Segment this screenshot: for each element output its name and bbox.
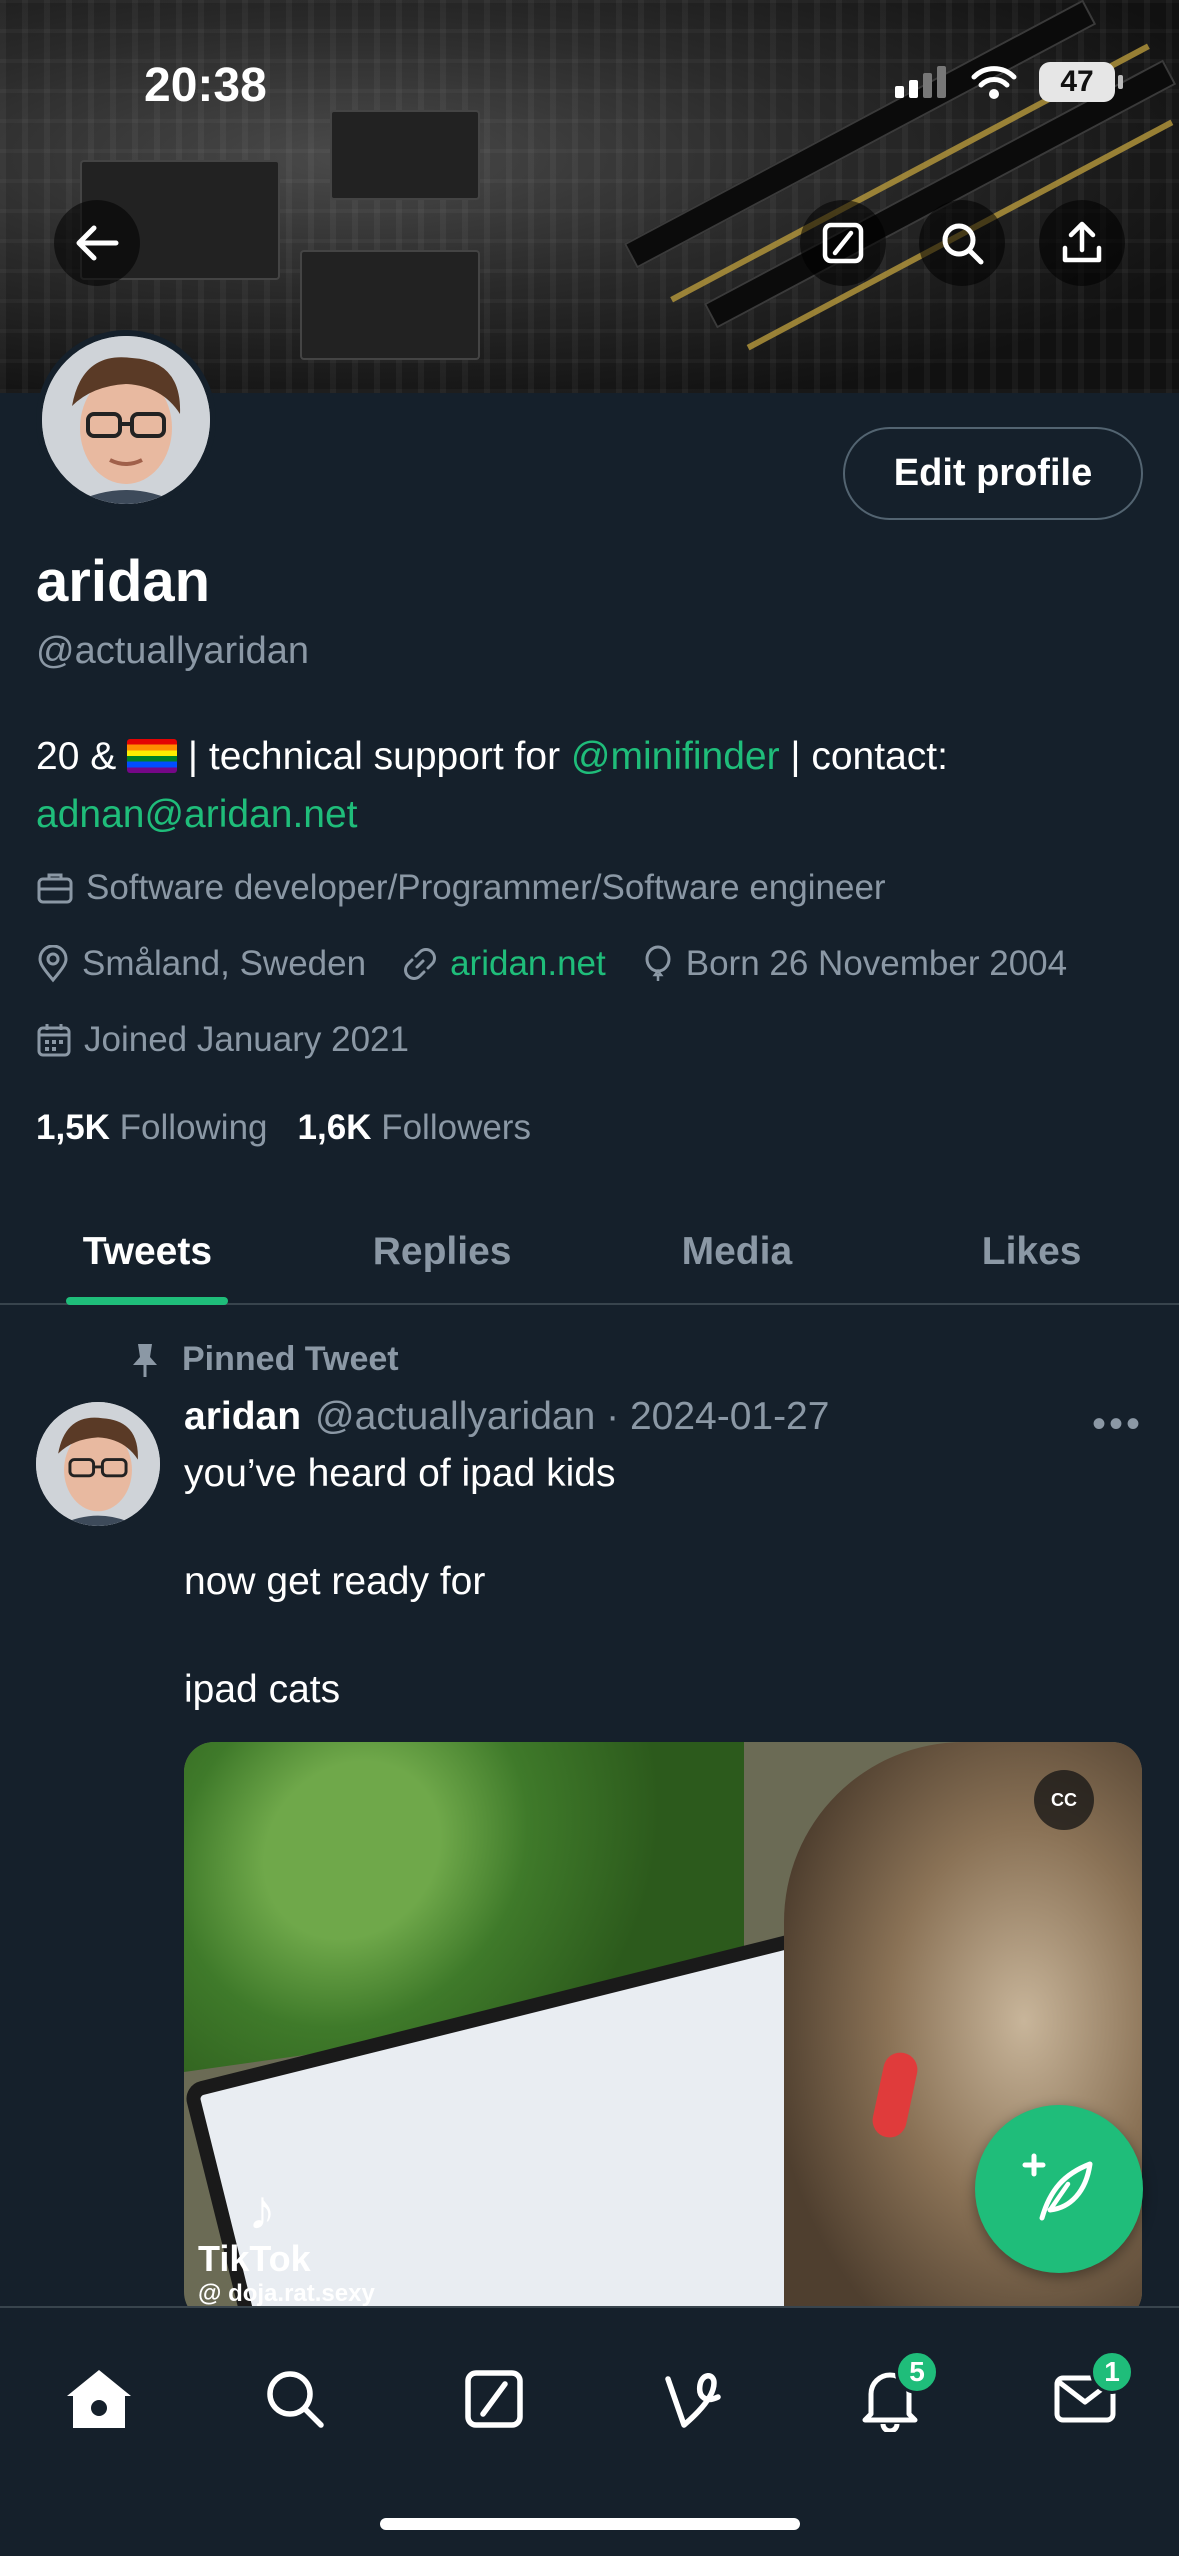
avatar-photo [36,1402,160,1526]
search-icon [942,223,984,265]
nav-notifications[interactable]: 5 [845,2350,939,2444]
tweet-text-line: now get ready for [184,1560,486,1603]
nav-vine[interactable] [648,2354,738,2444]
search-icon [267,2371,324,2428]
tweet-header: aridan @actuallyaridan · 2024-01-27 [184,1395,829,1439]
followers-label: Followers [381,1108,531,1147]
tiktok-logo-icon: ♪ [248,2178,276,2241]
pinned-text: Pinned Tweet [182,1340,399,1378]
location-pin-icon [38,945,68,983]
nav-grok[interactable] [449,2354,539,2444]
tweet-author-avatar[interactable] [36,1402,160,1526]
vine-icon [665,2373,721,2428]
wifi-icon [971,66,1017,99]
website-link[interactable]: aridan.net [450,944,606,984]
tab-tweets[interactable]: Tweets [0,1200,295,1303]
feather-plus-icon [1022,2153,1093,2221]
battery-indicator: 47 [1039,62,1123,102]
tiktok-watermark: ♪ TikTok @ doja.rat.sexy [198,2182,375,2308]
profession-text: Software developer/Programmer/Software e… [86,868,886,907]
status-time: 20:38 [144,59,267,112]
birthday-text: Born 26 November 2004 [685,944,1068,983]
nav-search[interactable] [250,2354,340,2444]
rainbow-flag-icon [127,739,178,773]
location-text: Småland, Sweden [82,944,367,983]
briefcase-icon [37,873,73,904]
bio-mention-link[interactable]: @minifinder [571,735,780,778]
profile-handle: @actuallyaridan [36,630,310,672]
bio-prefix: 20 & [36,735,128,778]
messages-badge: 1 [1090,2350,1134,2394]
tweet-more-button[interactable]: ••• [1092,1402,1143,1447]
profile-bio: 20 & | technical support for @minifinder… [36,728,1146,844]
pin-icon [133,1343,157,1377]
joined-row: Joined January 2021 [36,1020,445,1060]
slash-box-icon [465,2370,523,2428]
back-button[interactable] [54,200,140,286]
tweet-handle-date: @actuallyaridan · 2024-01-27 [315,1395,830,1438]
profile-tabs: Tweets Replies Media Likes [0,1200,1179,1305]
balloon-icon [645,945,671,981]
follow-counts: 1,5K Following 1,6K Followers [36,1108,531,1148]
following-link[interactable]: 1,5K Following [36,1108,268,1148]
compose-tweet-button[interactable] [975,2105,1143,2273]
joined-text: Joined January 2021 [84,1020,409,1059]
arrow-left-icon [76,225,119,261]
tweet-text-line: you’ve heard of ipad kids [184,1452,616,1495]
profession-row: Software developer/Programmer/Software e… [36,868,922,908]
tweet-text-line: ipad cats [184,1668,341,1711]
edit-profile-button[interactable]: Edit profile [843,427,1143,520]
following-count: 1,5K [36,1108,110,1147]
share-icon [1062,221,1102,263]
tab-replies[interactable]: Replies [295,1200,590,1303]
cellular-signal-icon [895,66,946,98]
home-indicator[interactable] [380,2518,800,2530]
tiktok-username: @ doja.rat.sexy [198,2280,375,2307]
link-icon [404,948,437,980]
tab-likes[interactable]: Likes [884,1200,1179,1303]
home-icon [67,2370,131,2428]
profile-page: 20:38 47 Edit profile aridan @actuallyar… [0,0,1179,2556]
nav-messages[interactable]: 1 [1040,2350,1134,2444]
nav-home[interactable] [54,2354,144,2444]
pinned-tweet-label: Pinned Tweet [130,1340,399,1379]
notifications-badge: 5 [895,2350,939,2394]
display-name: aridan [36,549,211,614]
tab-media[interactable]: Media [590,1200,885,1303]
slash-box-icon [822,222,864,264]
followers-link[interactable]: 1,6K Followers [298,1108,531,1148]
banner-share-button[interactable] [1039,200,1125,286]
status-icons: 47 [893,62,1123,102]
bio-middle: | technical support for [177,735,571,778]
details-row: Småland, Sweden aridan.net Born 26 Novem… [36,944,1103,984]
banner-grok-button[interactable] [800,200,886,286]
bio-email-link[interactable]: adnan@aridan.net [36,793,358,836]
banner-search-button[interactable] [919,200,1005,286]
tiktok-wordmark: TikTok [198,2238,311,2279]
tweet-author-name[interactable]: aridan [184,1395,301,1439]
followers-count: 1,6K [297,1108,372,1147]
calendar-icon [37,1024,71,1057]
bio-suffix: | contact: [779,735,948,778]
profile-avatar[interactable] [36,330,216,510]
avatar-photo [42,336,210,504]
following-label: Following [119,1108,268,1147]
closed-captions-button[interactable]: CC [1034,1770,1094,1830]
